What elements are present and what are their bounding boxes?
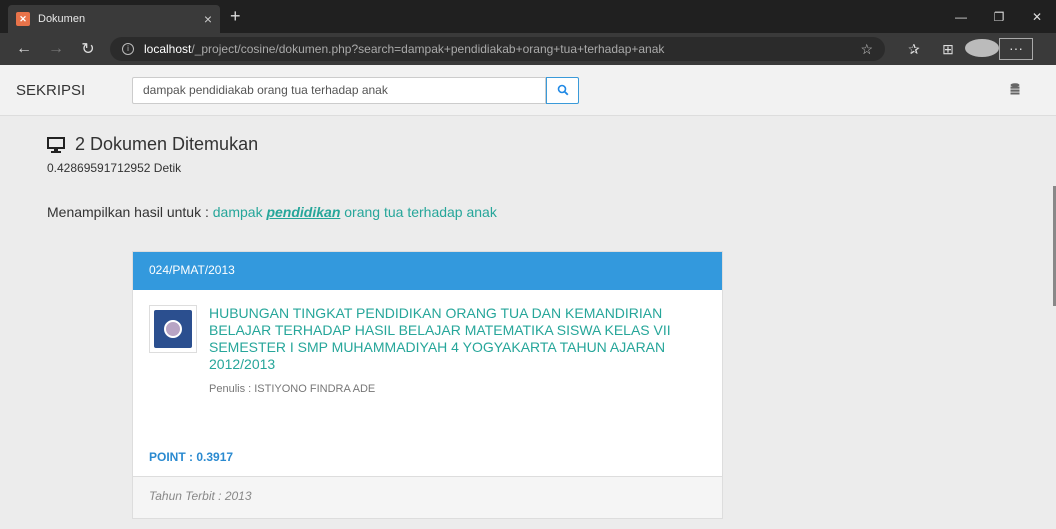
brand[interactable]: SEKRIPSI [16, 82, 132, 99]
document-card: 024/PMAT/2013 HUBUNGAN TINGKAT PENDIDIKA… [132, 251, 723, 519]
window-controls: — ❐ ✕ [942, 0, 1056, 33]
star-icon[interactable]: ☆ [860, 41, 873, 58]
browser-tab[interactable]: ✕ Dokumen × [8, 5, 220, 33]
document-year: Tahun Terbit : 2013 [133, 476, 722, 518]
new-tab-button[interactable]: + [230, 0, 241, 33]
url-path: /_project/cosine/dokumen.php?search=damp… [191, 42, 665, 56]
close-window-icon[interactable]: ✕ [1018, 10, 1056, 24]
toolbar-icons: ✰ ⊞ ··· [897, 38, 1033, 60]
close-tab-icon[interactable]: × [204, 11, 212, 27]
query-after: orang tua terhadap anak [344, 204, 497, 220]
back-icon[interactable]: ← [8, 40, 40, 58]
document-point: POINT : 0.3917 [149, 450, 234, 464]
monitor-icon [47, 136, 65, 153]
document-author: Penulis : ISTIYONO FINDRA ADE [209, 383, 376, 395]
result-count-text: 2 Dokumen Ditemukan [75, 134, 259, 154]
query-before: dampak [212, 204, 263, 220]
minimize-icon[interactable]: — [942, 10, 980, 24]
card-body: HUBUNGAN TINGKAT PENDIDIKAN ORANG TUA DA… [133, 290, 722, 405]
site-navbar: SEKRIPSI [0, 65, 1056, 116]
info-icon[interactable]: i [122, 43, 134, 55]
search-icon [557, 84, 568, 96]
document-title-link[interactable]: HUBUNGAN TINGKAT PENDIDIKAN ORANG TUA DA… [209, 305, 706, 373]
refresh-icon[interactable]: ↻ [72, 39, 104, 59]
more-button[interactable]: ··· [999, 38, 1033, 60]
browser-toolbar: ← → ↻ i localhost/_project/cosine/dokume… [0, 33, 1056, 65]
collections-icon[interactable]: ⊞ [931, 41, 965, 58]
forward-icon[interactable]: → [40, 40, 72, 58]
document-code: 024/PMAT/2013 [133, 252, 722, 290]
favorites-icon[interactable]: ✰ [897, 41, 931, 58]
summary-prefix: Menampilkan hasil untuk : [47, 204, 209, 220]
results-section: 2 Dokumen Ditemukan 0.42869591712952 Det… [0, 116, 1056, 220]
database-icon[interactable] [1010, 82, 1020, 98]
xampp-favicon-icon: ✕ [16, 12, 30, 26]
profile-icon[interactable] [965, 38, 999, 60]
restore-icon[interactable]: ❐ [980, 10, 1018, 24]
card-text: HUBUNGAN TINGKAT PENDIDIKAN ORANG TUA DA… [209, 305, 706, 395]
url-host: localhost [144, 42, 192, 56]
address-bar[interactable]: i localhost/_project/cosine/dokumen.php?… [110, 37, 885, 61]
tab-bar: ✕ Dokumen × + — ❐ ✕ [0, 0, 1056, 33]
page: SEKRIPSI 2 Dokumen Ditemukan 0.428695917… [0, 65, 1056, 529]
search-summary: Menampilkan hasil untuk : dampak pendidi… [47, 204, 1056, 220]
tab-title: Dokumen [38, 13, 86, 25]
elapsed-time: 0.42869591712952 Detik [47, 161, 182, 175]
search-input[interactable] [132, 76, 546, 104]
scrollbar[interactable] [1052, 116, 1056, 451]
search-button[interactable] [546, 76, 579, 104]
query-corrected-link[interactable]: pendidikan [266, 204, 340, 220]
result-count: 2 Dokumen Ditemukan [47, 134, 1056, 155]
university-logo [149, 305, 197, 353]
